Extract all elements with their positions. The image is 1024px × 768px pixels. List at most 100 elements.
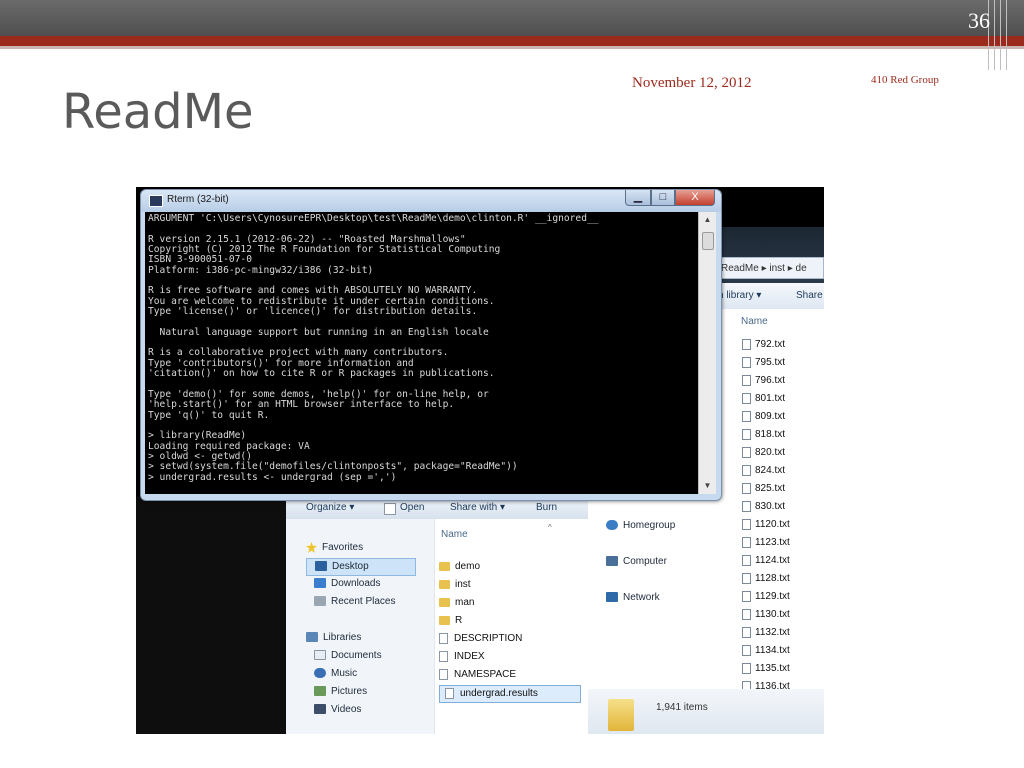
file-item-namespace[interactable]: NAMESPACE — [439, 667, 579, 683]
console-output: ARGUMENT 'C:\Users\CynosureEPR\Desktop\t… — [148, 213, 599, 483]
text-file-icon — [742, 428, 751, 440]
desktop-icon — [315, 561, 327, 572]
file-item-txt[interactable]: 1130.txt — [742, 607, 790, 623]
text-file-icon — [742, 626, 751, 638]
slide-date: November 12, 2012 — [632, 75, 752, 91]
rterm-app-icon — [149, 195, 163, 207]
nav-item-downloads[interactable]: Downloads — [314, 576, 380, 592]
scroll-up-arrow-icon[interactable]: ▲ — [699, 212, 716, 228]
share-button[interactable]: Share — [796, 290, 823, 301]
file-item-man[interactable]: man — [439, 595, 579, 611]
nav-item-favorites[interactable]: Favorites — [306, 540, 363, 556]
homegroup-icon — [606, 520, 618, 531]
share-with-button[interactable]: Share with ▾ — [450, 502, 505, 513]
file-item-txt[interactable]: 809.txt — [742, 409, 785, 425]
slide-corner-decoration — [984, 0, 1024, 70]
folder-icon — [439, 615, 450, 625]
folder-icon — [439, 561, 450, 571]
open-button[interactable]: Open — [400, 502, 424, 513]
file-item-txt[interactable]: 830.txt — [742, 499, 785, 515]
slide-top-bar — [0, 0, 1024, 36]
file-item-txt[interactable]: 796.txt — [742, 373, 785, 389]
slide-title: ReadMe — [62, 84, 254, 140]
text-file-icon — [742, 608, 751, 620]
nav-item-homegroup[interactable]: Homegroup — [606, 518, 675, 534]
file-item-txt[interactable]: 825.txt — [742, 481, 785, 497]
explorer-window-front: Organize ▾ Open Share with ▾ Burn Name ^… — [286, 497, 588, 734]
file-item-txt[interactable]: 1129.txt — [742, 589, 790, 605]
file-item-txt[interactable]: 1134.txt — [742, 643, 790, 659]
file-item-txt[interactable]: 824.txt — [742, 463, 785, 479]
text-file-icon — [742, 572, 751, 584]
slide-group-label: 410 Red Group — [871, 74, 939, 86]
file-item-txt[interactable]: 795.txt — [742, 355, 785, 371]
close-button[interactable]: X — [675, 190, 715, 206]
file-item-txt[interactable]: 818.txt — [742, 427, 785, 443]
minimize-button[interactable]: ▁ — [625, 190, 651, 206]
file-item-txt[interactable]: 1123.txt — [742, 535, 790, 551]
nav-item-computer[interactable]: Computer — [606, 554, 667, 570]
rterm-window: Rterm (32-bit) ▁ □ X ARGUMENT 'C:\Users\… — [140, 189, 722, 501]
nav-item-music[interactable]: Music — [314, 666, 357, 682]
text-file-icon — [742, 554, 751, 566]
r-console[interactable]: ARGUMENT 'C:\Users\CynosureEPR\Desktop\t… — [145, 212, 698, 494]
maximize-button[interactable]: □ — [651, 190, 675, 206]
nav-item-documents[interactable]: Documents — [314, 648, 382, 664]
nav-item-network[interactable]: Network — [606, 590, 660, 606]
nav-item-recent-places[interactable]: Recent Places — [314, 594, 395, 610]
file-item-txt[interactable]: 1135.txt — [742, 661, 790, 677]
text-file-icon — [742, 590, 751, 602]
star-icon — [306, 541, 317, 553]
scrollbar-thumb[interactable] — [702, 232, 714, 250]
nav-item-pictures[interactable]: Pictures — [314, 684, 367, 700]
file-item-description[interactable]: DESCRIPTION — [439, 631, 579, 647]
slide-accent-line — [0, 46, 1024, 49]
breadcrumb[interactable]: ReadMe ▸ inst ▸ de — [716, 257, 824, 279]
text-file-icon — [742, 410, 751, 422]
file-item-txt[interactable]: 820.txt — [742, 445, 785, 461]
text-file-icon — [742, 392, 751, 404]
document-icon — [439, 632, 448, 644]
column-header-name[interactable]: Name — [741, 316, 768, 327]
text-file-icon — [742, 518, 751, 530]
nav-item-videos[interactable]: Videos — [314, 702, 361, 718]
file-item-txt[interactable]: 1120.txt — [742, 517, 790, 533]
text-file-icon — [742, 662, 751, 674]
burn-button[interactable]: Burn — [536, 502, 557, 513]
item-count: 1,941 items — [656, 702, 708, 713]
status-bar: 1,941 items — [588, 689, 824, 734]
pictures-icon — [314, 686, 326, 697]
console-scrollbar[interactable]: ▲ ▼ — [698, 212, 716, 494]
file-item-r[interactable]: R — [439, 613, 579, 629]
file-item-undergrad-results[interactable]: undergrad.results — [439, 685, 581, 703]
organize-button[interactable]: Organize ▾ — [306, 502, 354, 513]
include-in-library-button[interactable]: n library ▾ — [718, 290, 761, 301]
file-item-inst[interactable]: inst — [439, 577, 579, 593]
file-item-txt[interactable]: 1132.txt — [742, 625, 790, 641]
text-file-icon — [742, 536, 751, 548]
slide-number: 36 — [968, 8, 990, 33]
scroll-down-arrow-icon[interactable]: ▼ — [699, 478, 716, 494]
text-file-icon — [742, 482, 751, 494]
nav-item-libraries[interactable]: Libraries — [306, 630, 361, 646]
document-icon — [439, 650, 448, 662]
text-file-icon — [742, 374, 751, 386]
file-item-txt[interactable]: 801.txt — [742, 391, 785, 407]
file-item-txt[interactable]: 1128.txt — [742, 571, 790, 587]
nav-item-desktop[interactable]: Desktop — [306, 558, 416, 576]
open-icon — [384, 503, 396, 515]
downloads-icon — [314, 578, 326, 589]
computer-icon — [606, 556, 618, 567]
rterm-titlebar[interactable]: Rterm (32-bit) ▁ □ X — [141, 190, 721, 212]
desktop-background — [136, 497, 286, 734]
folder-icon — [439, 597, 450, 607]
embedded-screenshot: ReadMe ▸ inst ▸ de n library ▾ Share Nam… — [136, 187, 824, 734]
file-item-txt[interactable]: 792.txt — [742, 337, 785, 353]
explorer-back-toolbar: n library ▾ Share — [716, 283, 824, 309]
videos-icon — [314, 704, 326, 715]
column-header-name[interactable]: Name — [441, 529, 468, 540]
file-item-demo[interactable]: demo — [439, 559, 579, 575]
documents-icon — [314, 650, 326, 661]
file-item-txt[interactable]: 1124.txt — [742, 553, 790, 569]
file-item-index[interactable]: INDEX — [439, 649, 579, 665]
